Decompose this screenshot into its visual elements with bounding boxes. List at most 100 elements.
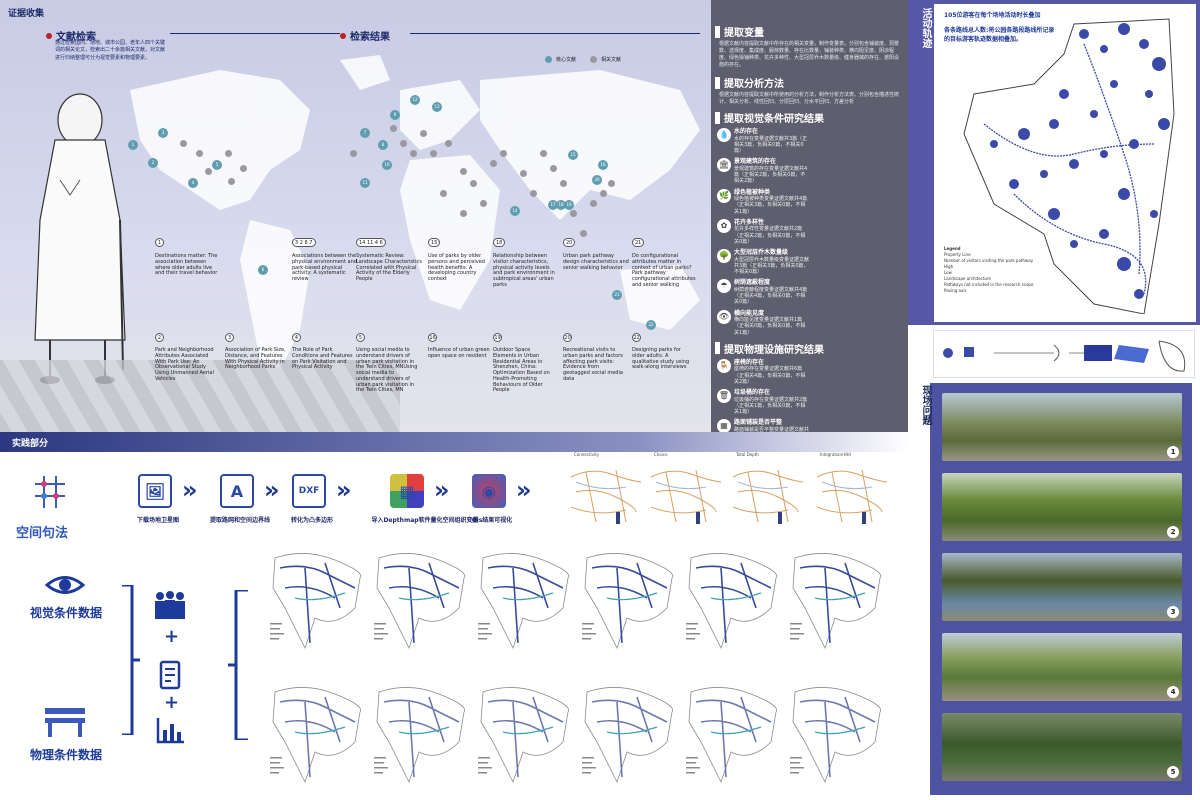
trajectory-dot: [1079, 29, 1089, 39]
legend-item: Number of visitors visiting the park pat…: [944, 258, 1034, 263]
result-map: [478, 687, 570, 784]
core-literature-dot: 2: [148, 158, 158, 168]
result-map: [686, 553, 778, 650]
step-label: 下载场地卫星图: [136, 517, 179, 524]
syntax-map: [732, 469, 804, 524]
result-text: 水的存在 水的存在变量证据文献共3篇（正相关3篇，负相关0篇，不相关0篇）: [734, 128, 809, 154]
plus-sign: +: [164, 626, 180, 647]
space-syntax-label: 空间句法: [16, 526, 69, 541]
people-group-icon: [155, 591, 185, 619]
result-item: ▦路面铺装是否平整路面铺装是否平整变量证据文献共4篇（正相关3篇，负相关0篇，不…: [717, 419, 809, 432]
result-text: 景观建筑的存在 景观建筑的存在变量证据文献共4篇（正相关2篇，负相关0篇，不相关2…: [734, 158, 809, 184]
trajectory-dot: [1069, 159, 1079, 169]
chevron-icon: »: [434, 476, 450, 504]
trajectory-dot: [1110, 80, 1118, 88]
core-literature-dot: 12: [410, 95, 420, 105]
related-literature-dot: [390, 125, 397, 132]
photo-number-badge: 1: [1167, 446, 1179, 458]
result-desc: 水的存在变量证据文献共3篇（正相关3篇，负相关0篇，不相关0篇）: [734, 135, 808, 155]
result-icon: 🏛: [717, 158, 731, 173]
result-desc: 垃圾桶的存在变量证据文献共2篇（正相关1篇，负相关0篇，不相关1篇）: [734, 396, 808, 416]
paper-title: Outdoor Space Elements in Urban Resident…: [493, 347, 550, 394]
site-photo: 2: [942, 473, 1182, 541]
paper-number: 5: [356, 333, 365, 342]
flow-diagram: [943, 340, 1186, 372]
extraction-panel: 提取变量 根据文献内容提取文献中所存在的相关变量，制作变量表。分别包含铺装度、洞…: [711, 0, 908, 432]
core-literature-dot: 16: [598, 160, 608, 170]
paper-number: 19: [493, 333, 502, 342]
legend-related-label: 相关文献: [601, 57, 622, 63]
paper-title: Designing parks for older adults: A qual…: [632, 347, 690, 371]
result-text: 垃圾桶的存在 垃圾桶的存在变量证据文献共2篇（正相关1篇，负相关0篇，不相关1篇）: [734, 389, 809, 415]
paper-number: 3: [225, 333, 234, 342]
site-title: 现场问题: [920, 385, 931, 425]
result-icon: 🗑: [717, 389, 731, 403]
result-name: 大型冠层乔木数量级: [734, 249, 789, 256]
paper-number: 16: [428, 333, 437, 342]
paper-title: Use of parks by older persons and percei…: [428, 253, 485, 282]
chevron-icon: »: [182, 476, 198, 504]
chevron-icon: »: [516, 476, 532, 504]
related-literature-dot: [420, 130, 427, 137]
result-name: 绿色植被种类: [734, 188, 771, 196]
syntax-map-title: Connectivity: [574, 452, 600, 457]
related-literature-dot: [540, 150, 547, 157]
legend-core-label: 核心文献: [556, 57, 577, 63]
related-literature-dot: [470, 180, 477, 187]
paper-number: 15: [428, 238, 441, 247]
trajectory-dot: [1040, 170, 1048, 178]
plus-sign: +: [164, 692, 180, 713]
related-literature-dot: [225, 150, 232, 157]
chevron-icon: »: [264, 476, 280, 504]
core-literature-dot: 10: [382, 160, 392, 170]
result-name: 树荫遮蔽程度: [734, 279, 771, 287]
paper-number: 21: [632, 238, 645, 247]
elderly-woman-illustration: [34, 93, 126, 384]
trajectory-dot: [990, 140, 998, 148]
paper-title: Park and Neighborhood Attributes Associa…: [155, 347, 214, 382]
result-text: 树荫遮蔽程度 树荫遮蔽程度变量证据文献共4篇（正相关4篇，负相关0篇，不相关0篇）: [734, 279, 809, 305]
core-literature-dot: 19: [564, 200, 574, 210]
extract-vars-heading: 提取变量: [711, 24, 908, 39]
related-literature-dot: [460, 210, 467, 217]
result-icon: ✿: [717, 218, 731, 233]
related-literature-dot: [410, 150, 417, 157]
related-literature-dot: [440, 190, 447, 197]
result-name: 横向能见度: [734, 309, 765, 317]
result-item: ✿ 花卉多样性 花卉多样性变量证据文献共2篇（正相关2篇，负相关0篇，不相关0篇）: [717, 218, 809, 245]
core-dot-icon: [545, 56, 552, 63]
result-name: 景观建筑的存在: [734, 158, 777, 166]
paper-title: Destinations matter: The association bet…: [155, 253, 218, 277]
physical-title: 提取物理设施研究结果: [724, 344, 824, 356]
visual-results-grid: 💧 水的存在 水的存在变量证据文献共3篇（正相关3篇，负相关0篇，不相关0篇） 🏛 景观…: [711, 125, 908, 339]
paper-title: Recreational visits to urban parks and f…: [563, 347, 623, 382]
syntax-map: [816, 469, 888, 524]
photo-number-badge: 4: [1167, 686, 1179, 698]
core-literature-dot: 9: [390, 110, 400, 120]
activity-map-card: 105位游客在每个场地活动时长叠加 各条路线总人数:将公园各路段路线所记录的目标…: [934, 4, 1196, 322]
paper-title: Systematic Review: Landscape Characteris…: [356, 253, 422, 282]
result-map: [270, 687, 362, 784]
trajectory-dot: [1070, 240, 1078, 248]
site-photo: 4: [942, 633, 1182, 701]
result-name: 垃圾桶的存在: [734, 389, 771, 396]
trajectory-dot: [1117, 257, 1131, 271]
related-literature-dot: [445, 140, 452, 147]
related-dot-icon: [590, 56, 598, 63]
paper-title: The Role of Park Conditions and Features…: [292, 347, 353, 371]
result-map: [374, 687, 466, 784]
paper-title: Associations between the physical enviro…: [292, 253, 357, 282]
result-map: [582, 553, 674, 650]
result-item: ☂ 树荫遮蔽程度 树荫遮蔽程度变量证据文献共4篇（正相关4篇，负相关0篇，不相关0篇…: [717, 279, 809, 305]
result-name: 水的存在: [734, 128, 759, 135]
core-literature-dot: 22: [646, 320, 656, 330]
core-literature-dot: 21: [612, 290, 622, 300]
step-label: 转化为凸多边形: [290, 517, 333, 524]
bullet-icon: [340, 32, 346, 39]
core-literature-dot: 13: [432, 102, 442, 112]
result-text: 绿色植被种类 绿色植被种类变量证据文献共4篇（正相关3篇，负相关0篇，不相关1篇）: [734, 189, 809, 215]
related-literature-dot: [430, 150, 437, 157]
map-legend: 核心文献 相关文献: [545, 56, 621, 63]
result-name: 座椅的存在: [734, 358, 765, 366]
physical-data-label: 物理条件数据: [30, 748, 103, 762]
